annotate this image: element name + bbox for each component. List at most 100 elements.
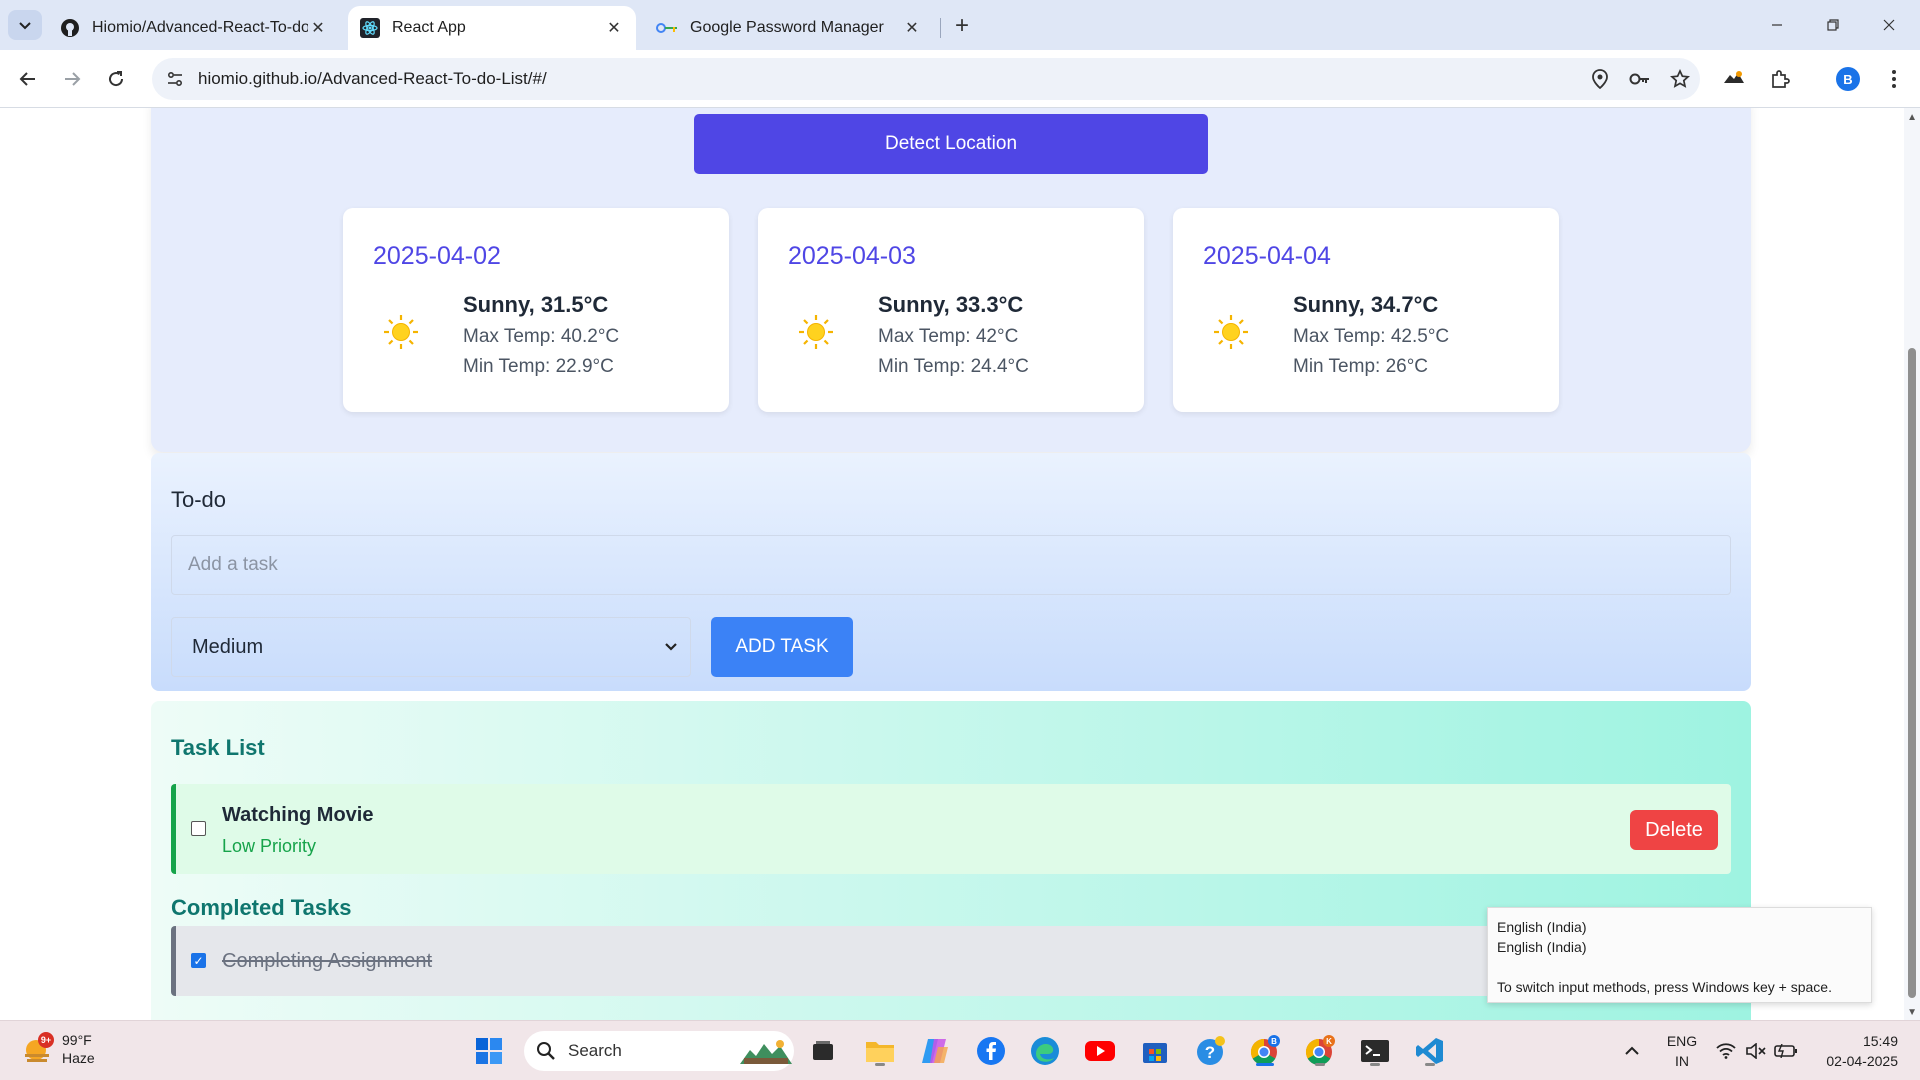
running-indicator <box>875 1063 885 1066</box>
page-scrollbar[interactable]: ▲ ▼ <box>1904 108 1920 1020</box>
forecast-date: 2025-04-02 <box>373 242 501 270</box>
task-view-button[interactable] <box>805 1033 841 1069</box>
profile-button[interactable]: B <box>1832 63 1864 95</box>
youtube-button[interactable] <box>1082 1033 1118 1069</box>
facebook-button[interactable] <box>973 1033 1009 1069</box>
close-icon[interactable]: ✕ <box>902 18 922 38</box>
tab-title: React App <box>392 19 466 36</box>
search-label: Search <box>568 1041 622 1060</box>
tab-password-manager[interactable]: Google Password Manager ✕ <box>644 6 934 50</box>
task-input[interactable] <box>171 535 1731 595</box>
forecast-condition: Sunny, 33.3°C <box>878 292 1024 317</box>
react-icon <box>360 18 380 38</box>
help-icon: ? <box>1197 1036 1225 1065</box>
page-viewport: Detect Location 2025-04-02 Sunny, 31.5°C… <box>0 108 1920 1020</box>
tooltip-line: English (India) <box>1497 919 1587 935</box>
start-button[interactable] <box>471 1033 507 1069</box>
forward-button[interactable] <box>56 63 88 95</box>
weather-widget[interactable]: 9+ 99°F Haze <box>22 1031 95 1067</box>
url-text[interactable]: hiomio.github.io/Advanced-React-To-do-Li… <box>198 69 1580 89</box>
task-checkbox[interactable] <box>191 821 206 836</box>
sun-icon <box>1214 315 1248 349</box>
task-item: Watching Movie Low Priority Delete <box>171 784 1731 874</box>
show-hidden-icons-button[interactable] <box>1614 1033 1650 1069</box>
weather-condition: Haze <box>62 1050 95 1066</box>
key-icon[interactable] <box>1620 72 1660 86</box>
arrow-right-icon <box>65 72 81 86</box>
edge-button[interactable] <box>1027 1033 1063 1069</box>
close-icon[interactable]: ✕ <box>604 18 624 38</box>
copilot-button[interactable] <box>917 1033 953 1069</box>
github-icon <box>61 19 79 37</box>
close-icon[interactable]: ✕ <box>308 18 328 38</box>
bookmark-star-icon[interactable] <box>1660 69 1700 89</box>
input-language-indicator[interactable]: ENG IN <box>1660 1031 1704 1071</box>
reload-icon <box>109 71 124 87</box>
store-icon <box>1143 1043 1167 1063</box>
windows-logo-icon <box>476 1038 502 1064</box>
battery-status[interactable] <box>1768 1033 1804 1069</box>
region-code: IN <box>1675 1053 1689 1069</box>
todo-title: To-do <box>171 487 227 512</box>
tab-title: Google Password Manager <box>690 19 884 36</box>
tab-separator <box>940 18 941 38</box>
tab-title: Hiomio/Advanced-React-To-do <box>92 19 308 36</box>
tab-search-button[interactable] <box>8 10 42 40</box>
address-bar[interactable]: hiomio.github.io/Advanced-React-To-do-Li… <box>152 58 1700 100</box>
chrome-profile-k-button[interactable]: K <box>1302 1033 1338 1069</box>
edge-icon <box>1031 1037 1059 1065</box>
chevron-down-icon <box>665 643 677 651</box>
close-window-button[interactable] <box>1866 10 1912 40</box>
vscode-button[interactable] <box>1412 1033 1448 1069</box>
site-info-icon[interactable] <box>162 70 188 88</box>
file-explorer-button[interactable] <box>862 1033 898 1069</box>
minimize-button[interactable] <box>1754 10 1800 40</box>
terminal-icon <box>1361 1040 1389 1062</box>
priority-selected-value: Medium <box>192 635 264 658</box>
new-tab-button[interactable]: + <box>948 12 976 40</box>
tab-github[interactable]: Hiomio/Advanced-React-To-do ✕ <box>48 6 340 50</box>
restore-icon <box>1827 19 1839 31</box>
delete-task-button[interactable]: Delete <box>1630 810 1718 850</box>
forecast-min-temp: Min Temp: 22.9°C <box>463 356 614 377</box>
puzzle-icon <box>1772 70 1790 88</box>
folder-icon <box>866 1042 894 1062</box>
forecast-condition: Sunny, 31.5°C <box>463 292 609 317</box>
forecast-date: 2025-04-04 <box>1203 242 1331 270</box>
add-task-button[interactable]: ADD TASK <box>711 617 853 677</box>
microsoft-store-button[interactable] <box>1137 1033 1173 1069</box>
get-help-button[interactable]: ? <box>1192 1033 1228 1069</box>
kebab-menu-icon <box>1892 70 1896 88</box>
sun-icon <box>799 315 833 349</box>
reload-button[interactable] <box>100 63 132 95</box>
detect-location-button[interactable]: Detect Location <box>694 114 1208 174</box>
forecast-condition: Sunny, 34.7°C <box>1293 292 1439 317</box>
terminal-button[interactable] <box>1357 1033 1393 1069</box>
input-method-tooltip: English (India) English (India) To switc… <box>1487 907 1872 1003</box>
tooltip-hint: To switch input methods, press Windows k… <box>1497 979 1832 995</box>
priority-select[interactable]: Medium <box>171 617 691 677</box>
chrome-profile-b-button[interactable]: B <box>1247 1033 1283 1069</box>
forecast-min-temp: Min Temp: 24.4°C <box>878 356 1029 377</box>
system-clock[interactable]: 15:49 02-04-2025 <box>1814 1031 1898 1071</box>
extension-button[interactable] <box>1718 63 1750 95</box>
tooltip-line: English (India) <box>1497 939 1587 955</box>
scroll-down-icon[interactable]: ▼ <box>1907 1007 1917 1018</box>
wifi-icon <box>1716 1043 1736 1059</box>
completed-task-checkbox[interactable]: ✓ <box>191 953 206 968</box>
scroll-thumb[interactable] <box>1908 348 1916 998</box>
tab-react-app[interactable]: React App ✕ <box>348 6 636 50</box>
location-icon[interactable] <box>1580 69 1620 89</box>
restore-button[interactable] <box>1810 10 1856 40</box>
scroll-up-icon[interactable]: ▲ <box>1907 112 1917 123</box>
browser-menu-button[interactable] <box>1878 63 1910 95</box>
taskbar-search[interactable]: Search <box>524 1031 794 1071</box>
task-priority: Low Priority <box>222 836 317 856</box>
battery-icon <box>1774 1044 1797 1058</box>
task-view-icon <box>813 1041 833 1060</box>
extensions-menu-button[interactable] <box>1764 63 1796 95</box>
back-button[interactable] <box>12 63 44 95</box>
vscode-icon <box>1416 1038 1443 1064</box>
arrow-left-icon <box>19 72 35 86</box>
language-code: ENG <box>1666 1033 1698 1049</box>
